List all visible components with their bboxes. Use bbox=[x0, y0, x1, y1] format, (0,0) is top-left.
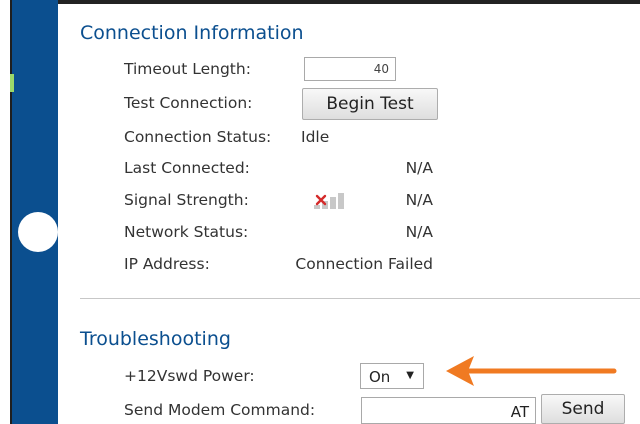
signal-none-icon bbox=[314, 193, 344, 209]
test-connection-label: Test Connection: bbox=[124, 94, 253, 112]
connection-status-label: Connection Status: bbox=[124, 128, 272, 146]
last-connected-value: N/A bbox=[405, 159, 433, 177]
section-divider bbox=[80, 298, 640, 299]
begin-test-button[interactable]: Begin Test bbox=[302, 88, 438, 120]
modem-command-label: Send Modem Command: bbox=[124, 401, 316, 419]
chevron-down-icon: ▼ bbox=[406, 370, 414, 381]
network-status-value: N/A bbox=[405, 223, 433, 241]
side-knob[interactable] bbox=[18, 212, 58, 252]
connection-info-title: Connection Information bbox=[80, 22, 304, 44]
power-select[interactable]: On ▼ bbox=[360, 363, 424, 389]
ip-address-label: IP Address: bbox=[124, 255, 210, 273]
signal-strength-label: Signal Strength: bbox=[124, 191, 249, 209]
power-label: +12Vswd Power: bbox=[124, 367, 255, 385]
network-status-label: Network Status: bbox=[124, 223, 249, 241]
timeout-label: Timeout Length: bbox=[124, 60, 251, 78]
annotation-arrow-icon bbox=[446, 356, 617, 386]
troubleshooting-title: Troubleshooting bbox=[80, 328, 231, 350]
send-button[interactable]: Send bbox=[541, 394, 625, 424]
ip-address-value: Connection Failed bbox=[295, 255, 433, 273]
connection-status-value: Idle bbox=[301, 128, 330, 146]
timeout-input[interactable]: 40 bbox=[304, 57, 396, 81]
power-select-value: On bbox=[369, 368, 391, 386]
side-indicator bbox=[10, 74, 14, 92]
signal-strength-value: N/A bbox=[405, 191, 433, 209]
last-connected-label: Last Connected: bbox=[124, 159, 250, 177]
modem-command-input[interactable]: AT bbox=[361, 397, 536, 424]
